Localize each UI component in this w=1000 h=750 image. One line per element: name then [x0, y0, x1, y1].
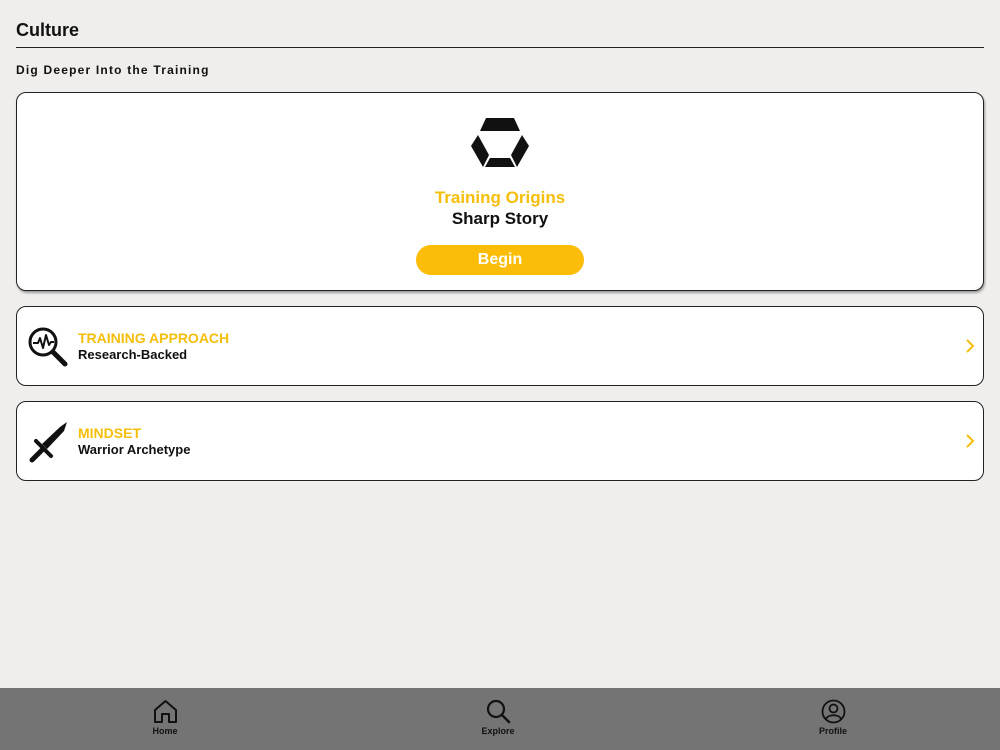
nav-item-profile[interactable]: Profile — [783, 688, 883, 750]
chevron-right-icon — [966, 434, 975, 448]
card-title: MINDSET — [78, 425, 141, 441]
hero-subheading: Sharp Story — [451, 209, 549, 228]
page-title: Culture — [16, 20, 79, 40]
magnifier-pulse-icon — [28, 327, 68, 367]
training-origins-card: Training Origins Sharp Story Begin — [16, 92, 984, 291]
title-divider — [16, 47, 984, 48]
home-icon — [154, 700, 177, 723]
hexagon-logo-icon — [471, 118, 529, 167]
hero-heading: Training Origins — [434, 188, 566, 207]
bottom-nav: Home Explore Profile — [0, 688, 1000, 750]
training-approach-card[interactable]: TRAINING APPROACH Research-Backed — [16, 306, 984, 386]
mindset-card[interactable]: MINDSET Warrior Archetype — [16, 401, 984, 481]
begin-button[interactable]: Begin — [416, 245, 584, 275]
card-subtitle: Warrior Archetype — [78, 442, 191, 457]
card-title: TRAINING APPROACH — [78, 330, 230, 346]
sword-icon — [29, 422, 67, 463]
nav-label-home: Home — [152, 726, 178, 736]
nav-label-explore: Explore — [481, 726, 515, 736]
profile-icon — [821, 699, 846, 724]
card-subtitle: Research-Backed — [78, 347, 188, 362]
nav-item-explore[interactable]: Explore — [448, 688, 548, 750]
chevron-right-icon — [966, 339, 975, 353]
nav-item-home[interactable]: Home — [115, 688, 215, 750]
section-subtitle: Dig Deeper Into the Training — [16, 63, 210, 77]
search-icon — [486, 699, 511, 724]
nav-label-profile: Profile — [818, 726, 847, 736]
